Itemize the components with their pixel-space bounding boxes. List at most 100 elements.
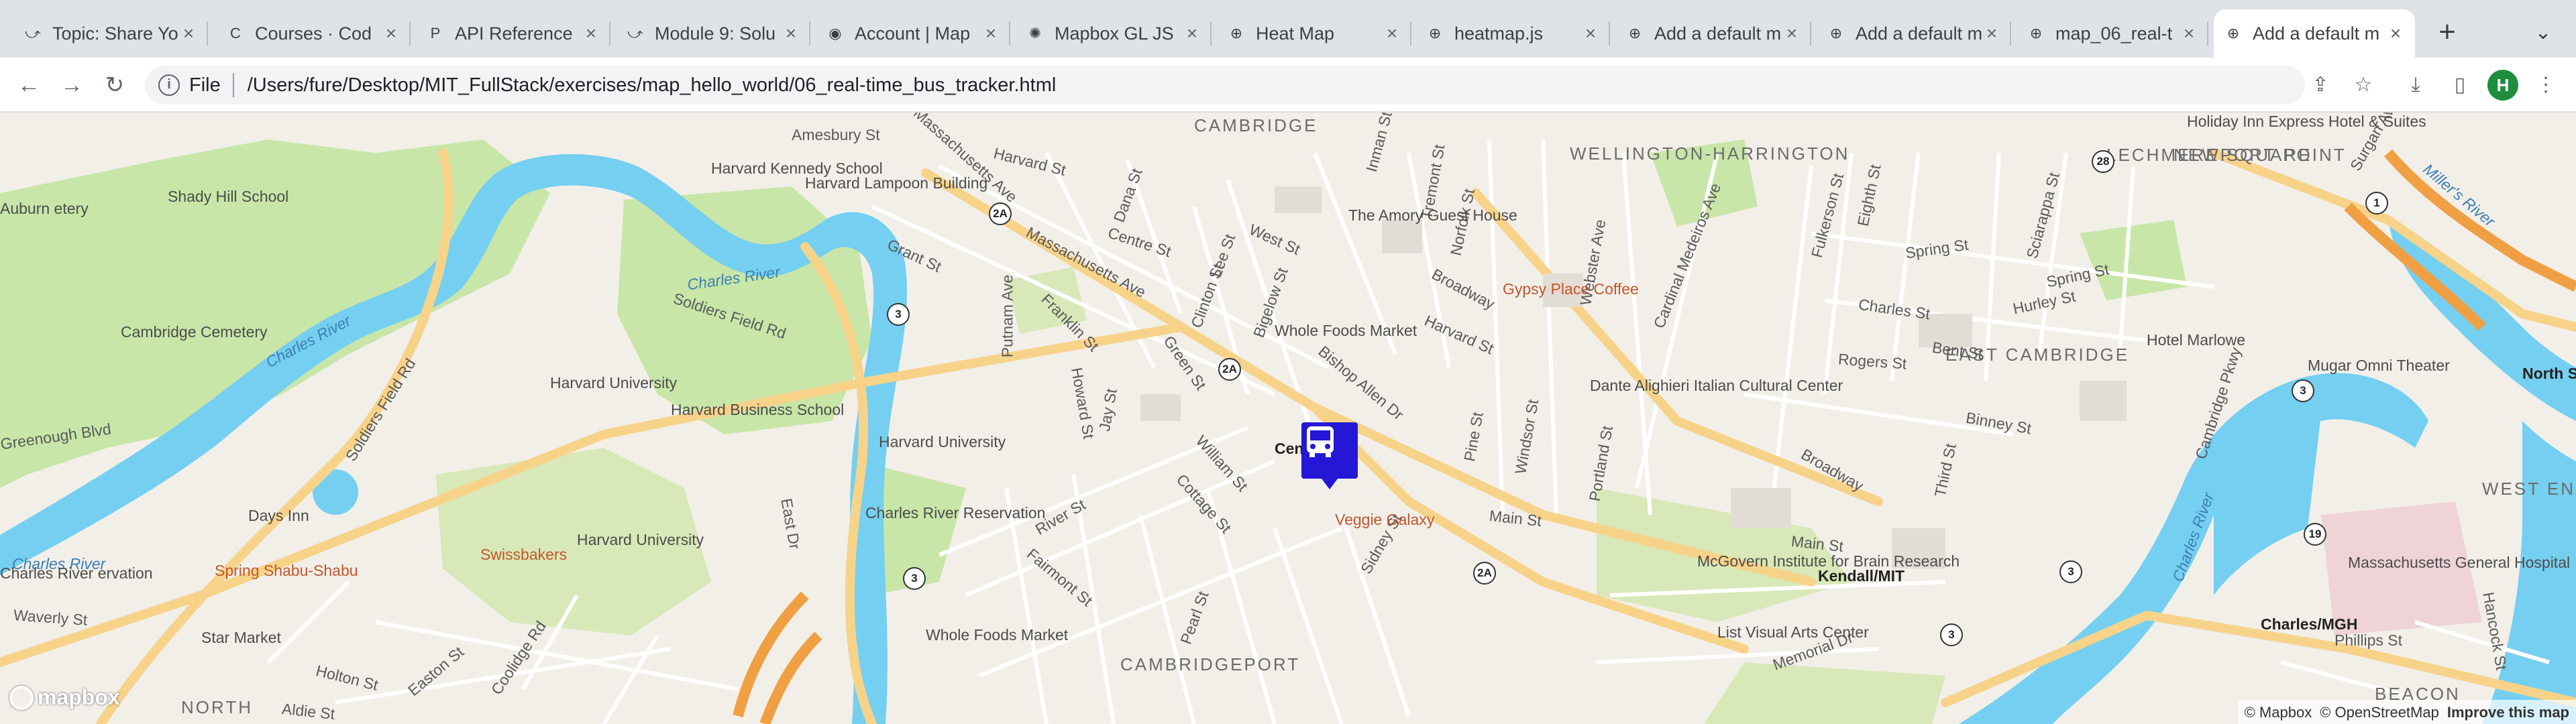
tab-close-icon[interactable]: × [1782, 23, 1802, 44]
route-shield: 3 [903, 567, 926, 590]
globe-icon: ⊕ [2029, 25, 2043, 42]
address-scheme: File [189, 74, 221, 96]
poi-label: Gypsy Place Coffee [1503, 280, 1639, 298]
browser-tab[interactable]: ⊕ heatmap.js × [1415, 9, 1610, 58]
tab-title: heatmap.js [1454, 23, 1544, 44]
browser-tab[interactable]: ⊕ Add a default m × [1817, 9, 2011, 58]
transit-station-label: North St [2522, 365, 2576, 382]
improve-map-link[interactable]: Improve this map [2447, 704, 2569, 721]
poi-label: Harvard University [879, 433, 1006, 450]
poi-label: Spring Shabu-Shabu [215, 562, 358, 579]
transit-station-label: Cen [1275, 440, 1304, 457]
poi-label: Auburn etery [0, 200, 89, 217]
side-panel-icon[interactable]: ▯ [2445, 70, 2475, 101]
street-label: Phillips St [2334, 631, 2402, 649]
browser-tab[interactable]: ⊕ Add a default m × [1615, 9, 1811, 58]
route-shield: 3 [1940, 623, 1963, 646]
address-divider [232, 73, 234, 97]
poi-label: Shady Hill School [168, 188, 289, 205]
tab-close-icon[interactable]: × [581, 23, 601, 44]
globe-icon: ⊕ [1628, 25, 1642, 42]
poi-label: Mugar Omni Theater [2308, 357, 2450, 374]
poi-label: Massachusetts General Hospital [2348, 554, 2571, 571]
tab-separator [2010, 21, 2011, 46]
tab-close-icon[interactable]: × [2179, 23, 2199, 44]
attribution-mapbox[interactable]: © Mapbox [2245, 704, 2312, 721]
poi-label: Harvard Business School [671, 401, 845, 418]
tab-search-chevron-icon[interactable]: ⌄ [2526, 16, 2560, 50]
tab-title: Account | Map [855, 23, 971, 44]
tab-close-icon[interactable]: × [981, 23, 1001, 44]
district-label: NEWPORT POINT [2174, 145, 2347, 165]
address-bar[interactable]: i File /Users/fure/Desktop/MIT_FullStack… [145, 66, 2372, 105]
tab-strip: ⤻ Topic: Share Yo × C Courses · Cod × P API Ref… [0, 0, 2576, 58]
poi-label: Dante Alighieri Italian Cultural Center [1590, 377, 1843, 394]
browser-tab[interactable]: ⊕ map_06_real-t × [2017, 9, 2208, 58]
mapbox-logo-text: mapbox [38, 685, 120, 709]
profile-avatar[interactable]: H [2487, 70, 2518, 101]
tab-separator [1609, 21, 1610, 46]
address-url[interactable]: /Users/fure/Desktop/MIT_FullStack/exerci… [248, 74, 1057, 97]
poi-label: Cambridge Cemetery [121, 323, 268, 341]
p-icon: P [430, 25, 441, 42]
browser-tab[interactable]: ✺ Mapbox GL JS × [1016, 9, 1212, 58]
attribution-osm[interactable]: © OpenStreetMap [2320, 704, 2439, 721]
bus-icon [1307, 426, 1334, 457]
district-label: WELLINGTON-HARRINGTON [1570, 143, 1850, 164]
browser-tab[interactable]: ◉ Account | Map × [816, 9, 1010, 58]
share-icon[interactable]: ⇪ [2305, 70, 2336, 101]
reload-button[interactable]: ↻ [98, 68, 131, 102]
map-canvas[interactable]: CAMBRIDGE WELLINGTON-HARRINGTON LECHMERE S… [0, 113, 2576, 724]
district-label: NORTH [181, 697, 253, 717]
tab-close-icon[interactable]: × [1182, 23, 1202, 44]
route-shield: 2A [989, 202, 1012, 225]
back-button[interactable]: ← [12, 68, 46, 102]
poi-label: The Amory Guest House [1348, 206, 1517, 224]
street-label: Amesbury St [792, 126, 880, 143]
browser-tab[interactable]: ⊕ Heat Map × [1217, 9, 1411, 58]
poi-label: List Visual Arts Center [1717, 623, 1869, 641]
tab-title: Add a default m [2253, 23, 2380, 44]
transit-station-label: Charles/MGH [2261, 615, 2358, 633]
tab-title: Mapbox GL JS [1055, 23, 1174, 44]
tab-close-icon[interactable]: × [2385, 23, 2406, 44]
tab-close-icon[interactable]: × [781, 23, 801, 44]
tab-title: Courses · Cod [255, 23, 372, 44]
browser-tab[interactable]: ⤻ Module 9: Solu × [616, 9, 810, 58]
tab-title: Module 9: Solu [655, 23, 776, 44]
menu-kebab-icon[interactable]: ⋮ [2530, 70, 2561, 101]
tab-close-icon[interactable]: × [1580, 23, 1601, 44]
tab-close-icon[interactable]: × [381, 23, 401, 44]
forward-button[interactable]: → [55, 68, 89, 102]
browser-tab[interactable]: P API Reference × [416, 9, 610, 58]
mapbox-logo[interactable]: mapbox [9, 685, 120, 710]
tab-separator [609, 21, 610, 46]
browser-tab[interactable]: ⊕ Add a default m × [2214, 9, 2415, 58]
globe-icon: ⊕ [2226, 25, 2240, 42]
bus-marker[interactable] [1301, 422, 1358, 489]
tab-close-icon[interactable]: × [1982, 23, 2002, 44]
download-icon[interactable]: ⤓ [2400, 70, 2431, 101]
route-shield: 19 [2304, 523, 2326, 546]
route-shield: 2A [1473, 562, 1496, 585]
tab-separator [1410, 21, 1411, 46]
browser-tab[interactable]: ⤻ Topic: Share Yo × [13, 9, 208, 58]
poi-label: Whole Foods Market [1275, 322, 1417, 339]
poi-label: Charles River Reservation [865, 504, 1046, 522]
coursera-icon: C [230, 25, 241, 42]
openai-icon: ✺ [1028, 25, 1042, 42]
info-icon[interactable]: i [158, 74, 180, 96]
poi-label: Harvard Lampoon Building [805, 174, 988, 192]
tab-title: Add a default m [1654, 23, 1782, 44]
tab-close-icon[interactable]: × [1382, 23, 1402, 44]
new-tab-button[interactable]: + [2428, 15, 2466, 52]
transit-station-label: Kendall/MIT [1818, 567, 1905, 585]
poi-label: Swissbakers [480, 546, 568, 563]
poi-label: Harvard University [577, 531, 704, 548]
browser-tab[interactable]: C Courses · Cod × [216, 9, 411, 58]
bookmark-star-icon[interactable]: ☆ [2348, 70, 2379, 101]
poi-label: Star Market [201, 629, 281, 646]
tab-close-icon[interactable]: × [178, 23, 199, 44]
tab-separator [2207, 21, 2208, 46]
tab-title: Topic: Share Yo [52, 23, 178, 44]
